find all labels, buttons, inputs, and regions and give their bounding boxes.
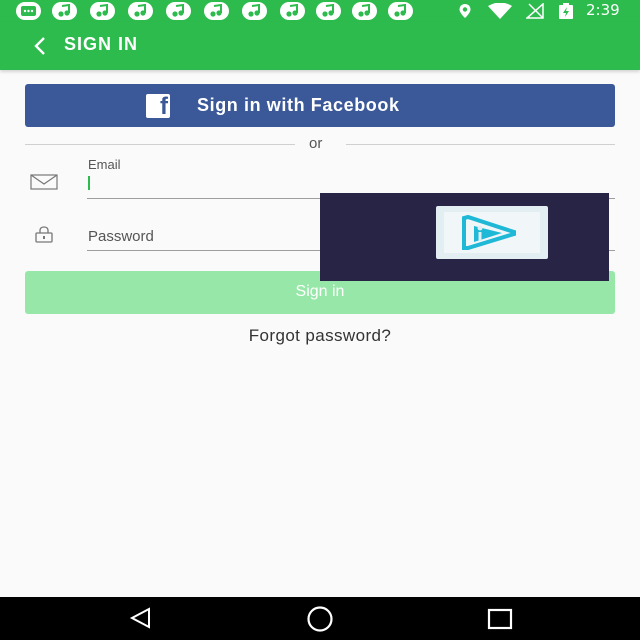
facebook-icon: f	[146, 93, 170, 120]
divider-right	[346, 144, 615, 145]
video-overlay[interactable]	[320, 193, 609, 281]
music-note-icon	[280, 2, 305, 20]
music-note-icon	[316, 2, 341, 20]
music-note-icon	[52, 2, 77, 20]
navigation-bar	[0, 597, 640, 640]
home-circle-icon[interactable]	[306, 605, 334, 633]
clock: 2:39	[586, 1, 620, 19]
facebook-signin-button[interactable]: f Sign in with Facebook	[25, 84, 615, 127]
chevron-left-icon[interactable]	[28, 34, 52, 58]
battery-charging-icon	[559, 3, 573, 19]
music-note-icon	[90, 2, 115, 20]
music-note-icon	[352, 2, 377, 20]
location-icon	[459, 4, 471, 18]
message-icon	[16, 2, 41, 20]
email-label: Email	[88, 157, 121, 172]
music-note-icon	[388, 2, 413, 20]
recents-square-icon[interactable]	[487, 607, 513, 631]
divider-left	[25, 144, 295, 145]
signin-label: Sign in	[295, 283, 345, 300]
or-divider-label: or	[309, 135, 323, 152]
no-signal-icon	[526, 3, 544, 19]
music-note-icon	[128, 2, 153, 20]
mail-icon	[30, 174, 58, 190]
app-bar: SIGN IN	[0, 22, 640, 70]
lock-icon	[35, 226, 53, 243]
music-note-icon	[166, 2, 191, 20]
music-note-icon	[204, 2, 229, 20]
status-bar: 2:39	[0, 0, 640, 22]
page-title: SIGN IN	[64, 34, 139, 54]
wifi-icon	[488, 3, 512, 19]
video-play-logo-icon	[436, 206, 548, 259]
facebook-signin-label: Sign in with Facebook	[197, 95, 400, 115]
text-cursor	[88, 176, 90, 190]
music-note-icon	[242, 2, 267, 20]
back-triangle-icon[interactable]	[128, 605, 154, 631]
forgot-password-link[interactable]: Forgot password?	[0, 326, 640, 346]
